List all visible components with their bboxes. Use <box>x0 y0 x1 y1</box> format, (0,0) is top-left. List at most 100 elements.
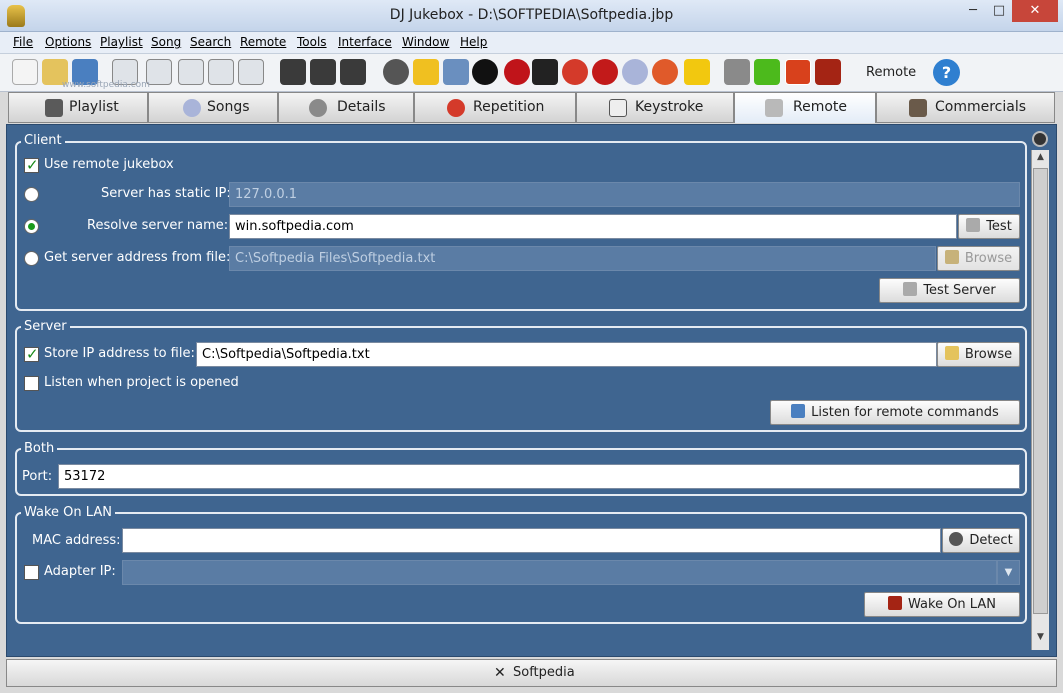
scroll-thumb[interactable] <box>1033 168 1048 614</box>
window-title: DJ Jukebox - D:\SOFTPEDIA\Softpedia.jbp <box>389 7 674 23</box>
playlist-move-icon[interactable] <box>208 59 234 85</box>
store-ip-field[interactable] <box>196 342 937 367</box>
record-stop-icon[interactable] <box>562 59 588 85</box>
menu-options[interactable]: Options <box>45 35 91 49</box>
record-icon[interactable] <box>592 59 618 85</box>
store-ip-label: Store IP address to file: <box>44 346 195 361</box>
gear-icon <box>309 99 327 117</box>
antenna-icon <box>966 218 981 232</box>
folder-icon <box>944 346 959 360</box>
close-button[interactable]: ✕ <box>1012 0 1058 22</box>
pie-chart-icon[interactable] <box>652 59 678 85</box>
power-icon[interactable] <box>785 59 811 85</box>
minimize-button[interactable]: ─ <box>960 0 986 22</box>
static-ip-field[interactable] <box>229 182 1020 207</box>
music-note-icon[interactable] <box>443 59 469 85</box>
tab-bar: Playlist Songs Details Repetition Keystr… <box>6 92 1057 124</box>
binoculars-add-icon[interactable] <box>340 59 366 85</box>
vertical-scrollbar[interactable]: ▲ ▼ <box>1031 150 1049 650</box>
use-remote-checkbox[interactable]: ✓ <box>24 156 39 174</box>
menu-playlist[interactable]: Playlist <box>100 35 143 49</box>
menu-song[interactable]: Song <box>151 35 181 49</box>
warning-icon[interactable] <box>413 59 439 85</box>
remote-panel: Client ✓ Use remote jukebox Server has s… <box>6 124 1057 657</box>
menu-search[interactable]: Search <box>190 35 231 49</box>
port-label: Port: <box>22 469 53 484</box>
face-icon[interactable] <box>383 59 409 85</box>
satellite-icon <box>791 404 806 418</box>
binoculars-next-icon[interactable] <box>310 59 336 85</box>
tab-playlist[interactable]: Playlist <box>8 92 148 123</box>
remote-toolbar-label: Remote <box>866 65 917 80</box>
close-x-icon: ✕ <box>494 665 506 681</box>
listen-on-open-label: Listen when project is opened <box>44 375 239 390</box>
resolve-name-radio[interactable] <box>24 219 39 234</box>
adapter-ip-label: Adapter IP: <box>44 564 116 579</box>
menu-window[interactable]: Window <box>402 35 449 49</box>
file-address-radio[interactable] <box>24 251 39 266</box>
menu-remote[interactable]: Remote <box>240 35 286 49</box>
use-remote-label: Use remote jukebox <box>44 157 174 172</box>
menu-interface[interactable]: Interface <box>338 35 392 49</box>
help-icon[interactable]: ? <box>933 59 960 86</box>
close-panel-bar[interactable]: ✕ Softpedia <box>6 659 1057 687</box>
listen-on-open-checkbox[interactable] <box>24 376 39 391</box>
maximize-button[interactable]: □ <box>986 0 1012 22</box>
tab-songs[interactable]: Songs <box>148 92 278 123</box>
wol-group-title: Wake On LAN <box>21 505 115 520</box>
star-icon[interactable] <box>684 59 710 85</box>
menu-file[interactable]: File <box>13 35 33 49</box>
cd-icon <box>183 99 201 117</box>
client-group-title: Client <box>21 133 65 148</box>
rooster-icon[interactable] <box>815 59 841 85</box>
mac-address-label: MAC address: <box>32 533 121 548</box>
title-bar: DJ Jukebox - D:\SOFTPEDIA\Softpedia.jbp … <box>0 0 1063 32</box>
browse-client-button[interactable]: Browse <box>937 246 1020 271</box>
tab-repetition[interactable]: Repetition <box>414 92 576 123</box>
tab-remote[interactable]: Remote <box>734 92 876 123</box>
playlist-export-icon[interactable] <box>238 59 264 85</box>
mac-address-field[interactable] <box>122 528 941 553</box>
detect-button[interactable]: Detect <box>942 528 1020 553</box>
static-ip-label: Server has static IP: <box>101 186 231 201</box>
scroll-down-arrow[interactable]: ▼ <box>1033 632 1048 646</box>
menu-tools[interactable]: Tools <box>297 35 327 49</box>
apple-icon[interactable] <box>504 59 530 85</box>
tab-keystroke[interactable]: Keystroke <box>576 92 734 123</box>
cd-icon[interactable] <box>622 59 648 85</box>
menu-help[interactable]: Help <box>460 35 487 49</box>
menu-bar: File Options Playlist Song Search Remote… <box>0 32 1063 54</box>
tab-details[interactable]: Details <box>278 92 414 123</box>
adapter-ip-checkbox[interactable] <box>24 565 39 580</box>
adapter-ip-dropdown-button[interactable]: ▼ <box>997 560 1020 585</box>
close-panel-label: Softpedia <box>513 665 575 680</box>
tv-icon <box>909 99 927 117</box>
antenna-icon <box>903 282 918 296</box>
file-address-label: Get server address from file: <box>44 250 231 265</box>
wake-on-lan-button[interactable]: Wake On LAN <box>864 592 1020 617</box>
adapter-ip-select[interactable] <box>122 560 997 585</box>
tab-commercials[interactable]: Commercials <box>876 92 1055 123</box>
chevron-down-icon: ▼ <box>1004 567 1013 578</box>
new-file-icon[interactable] <box>12 59 38 85</box>
browse-server-button[interactable]: Browse <box>937 342 1020 367</box>
scroll-up-arrow[interactable]: ▲ <box>1033 152 1048 166</box>
store-ip-checkbox[interactable]: ✓ <box>24 345 39 363</box>
flag-icon[interactable] <box>532 59 558 85</box>
tag-icon[interactable] <box>724 59 750 85</box>
file-address-field[interactable] <box>229 246 936 271</box>
playlist-edit-icon[interactable] <box>178 59 204 85</box>
static-ip-radio[interactable] <box>24 187 39 202</box>
binoculars-icon[interactable] <box>280 59 306 85</box>
resolve-name-field[interactable] <box>229 214 957 239</box>
test-button[interactable]: Test <box>958 214 1020 239</box>
play-disc-icon[interactable] <box>472 59 498 85</box>
port-field[interactable] <box>58 464 1020 489</box>
test-server-button[interactable]: Test Server <box>879 278 1020 303</box>
network-icon[interactable] <box>754 59 780 85</box>
listen-remote-button[interactable]: Listen for remote commands <box>770 400 1020 425</box>
panel-toggle-icon[interactable] <box>1032 131 1048 147</box>
toolbar-watermark: www.softpedia.com <box>62 80 150 90</box>
eye-icon <box>949 532 964 546</box>
both-group-title: Both <box>21 441 58 456</box>
